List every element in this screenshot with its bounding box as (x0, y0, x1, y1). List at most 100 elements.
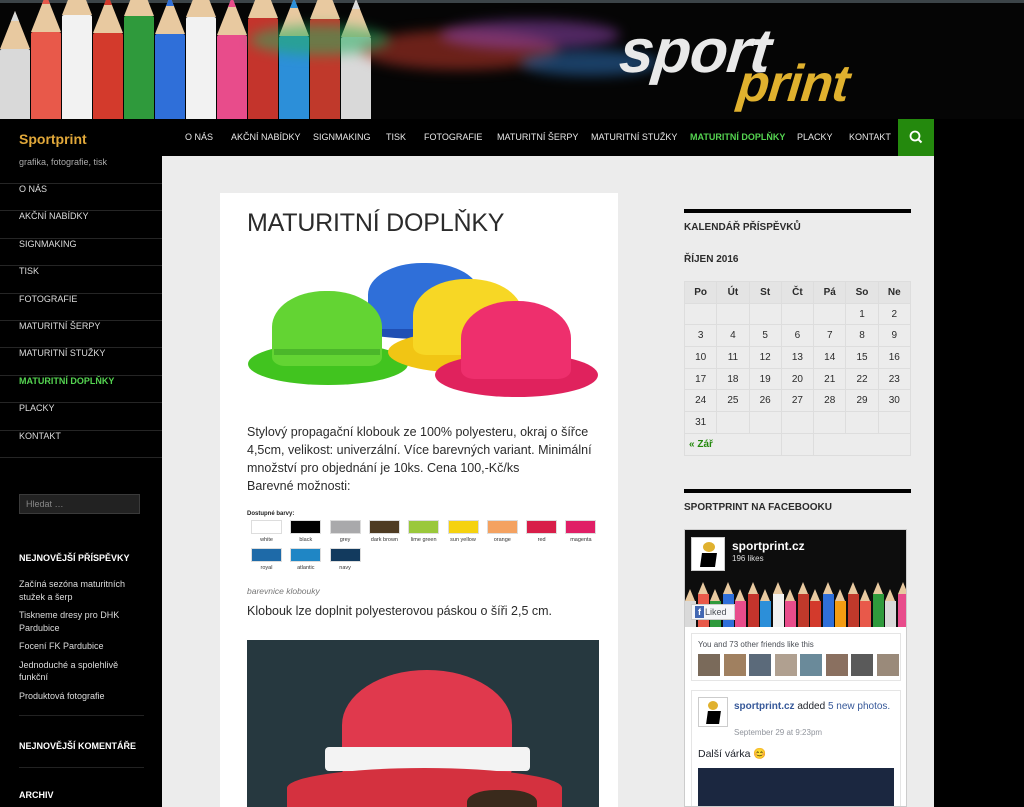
recent-post-link[interactable]: Začíná sezóna maturitních stužek a šerp (19, 578, 144, 603)
calendar-empty-cell (683, 302, 718, 326)
search-input[interactable]: Hledat … (19, 494, 140, 514)
recent-post-link[interactable]: Produktová fotografie (19, 690, 144, 703)
sidebar-item-4[interactable]: FOTOGRAFIE (0, 294, 162, 321)
calendar-empty-cell (748, 411, 782, 434)
nav-item-2[interactable]: SIGNMAKING (313, 132, 371, 142)
archive-heading: ARCHIV (19, 790, 54, 800)
facebook-post-image[interactable] (698, 768, 894, 806)
product-description: Stylový propagační klobouk ze 100% polye… (247, 425, 592, 475)
sidebar-item-2[interactable]: SIGNMAKING (0, 239, 162, 267)
facebook-page-logo[interactable] (691, 537, 725, 571)
sidebar-item-7[interactable]: MATURITNÍ DOPLŇKY (0, 376, 162, 404)
nav-item-1[interactable]: AKČNÍ NABÍDKY (231, 132, 301, 142)
facebook-post-author[interactable]: sportprint.cz (734, 701, 795, 712)
calendar-day: 3 (683, 324, 718, 348)
calendar-day: 16 (877, 346, 912, 369)
swatch-title: Dostupné barvy: (247, 511, 295, 517)
friend-avatar[interactable] (774, 654, 797, 676)
swatch-color (290, 548, 322, 562)
sidebar-item-8[interactable]: PLACKY (0, 403, 162, 431)
pencil (31, 0, 61, 119)
pencil (62, 0, 92, 119)
nav-item-9[interactable]: KONTAKT (849, 132, 891, 142)
swatch-label: red (537, 537, 546, 543)
calendar-day: 23 (877, 367, 912, 391)
color-swatches: Dostupné barvy: white black grey dark brown… (247, 511, 599, 581)
swatch-color (290, 520, 322, 534)
sportprint-logo[interactable]: sport print (616, 14, 920, 113)
recent-post-link[interactable]: Focení FK Pardubice (19, 640, 144, 653)
photo-hair (467, 790, 537, 807)
nav-item-7[interactable]: MATURITNÍ DOPLŇKY (690, 132, 785, 142)
calendar-day: 19 (748, 367, 782, 391)
swatch-sun-yellow: sun yellow (447, 520, 479, 543)
sidebar-item-1[interactable]: AKČNÍ NABÍDKY (0, 211, 162, 239)
swatch-label: atlantic (297, 565, 315, 571)
divider (19, 715, 144, 716)
facebook-page-name[interactable]: sportprint.cz (732, 539, 805, 553)
facebook-page-plugin: sportprint.cz 196 likes Liked You and 73… (684, 529, 907, 807)
pencil (124, 0, 154, 119)
smoke-green (250, 25, 390, 55)
page-title: MATURITNÍ DOPLŇKY (247, 209, 505, 237)
friend-avatar[interactable] (698, 654, 720, 676)
calendar-day: 4 (716, 324, 750, 348)
site-title[interactable]: Sportprint (19, 131, 87, 147)
calendar-prev-link[interactable]: « Zář (684, 432, 782, 456)
swatch-red: red (526, 520, 558, 543)
weekday-2: St (748, 281, 782, 304)
calendar-day: 12 (748, 346, 782, 369)
nav-item-8[interactable]: PLACKY (797, 132, 833, 142)
widget-divider (684, 209, 911, 213)
friend-avatar[interactable] (851, 654, 873, 676)
recent-posts-heading: NEJNOVĚJŠÍ PŘÍSPĚVKY (19, 553, 130, 563)
facebook-post-link[interactable]: 5 new photos. (828, 701, 890, 712)
facebook-post-avatar[interactable] (698, 697, 728, 727)
cover-pencil (835, 589, 846, 627)
cover-pencil (822, 582, 834, 627)
weekday-1: Út (716, 281, 750, 304)
header-banner[interactable]: sport print (0, 0, 1024, 119)
swatch-label: lime green (410, 537, 437, 543)
swatch-color (447, 520, 479, 534)
swatch-label: sun yellow (450, 537, 476, 543)
left-sidebar: Sportprint grafika, fotografie, tisk O N… (0, 119, 162, 807)
calendar-day: 10 (683, 346, 718, 369)
calendar-empty-cell (780, 411, 815, 434)
friend-avatar[interactable] (723, 654, 746, 676)
swatch-label: dark brown (370, 537, 398, 543)
sidebar-item-0[interactable]: O NÁS (0, 184, 162, 212)
calendar-day: 29 (845, 389, 879, 413)
swatch-label: white (260, 537, 273, 543)
friend-avatar[interactable] (749, 654, 771, 676)
facebook-post-header: sportprint.cz added 5 new photos. (734, 700, 894, 714)
nav-item-0[interactable]: O NÁS (185, 132, 213, 142)
calendar-day: 18 (716, 367, 750, 391)
sidebar-item-6[interactable]: MATURITNÍ STUŽKY (0, 348, 162, 376)
sidebar-item-9[interactable]: KONTAKT (0, 431, 162, 458)
nav-item-5[interactable]: MATURITNÍ ŠERPY (497, 132, 578, 142)
swatch-black: black (290, 520, 322, 543)
friend-avatar[interactable] (800, 654, 822, 676)
swatch-lime-green: lime green (408, 520, 440, 543)
calendar-day: 22 (845, 367, 879, 391)
facebook-post-date[interactable]: September 29 at 9:23pm (734, 728, 822, 737)
swatch-grey: grey (329, 520, 361, 543)
search-button[interactable] (898, 119, 934, 156)
facebook-liked-button[interactable]: Liked (691, 604, 735, 620)
recent-post-link[interactable]: Tiskneme dresy pro DHK Pardubice (19, 609, 144, 634)
nav-item-4[interactable]: FOTOGRAFIE (424, 132, 482, 142)
nav-item-3[interactable]: TISK (386, 132, 406, 142)
friend-avatar[interactable] (876, 654, 899, 676)
cover-pencil (797, 582, 809, 627)
swatch-color (408, 520, 440, 534)
recent-post-link[interactable]: Jednoduché a spolehlivě funkční (19, 659, 144, 684)
pencil (186, 0, 216, 119)
sidebar-item-3[interactable]: TISK (0, 266, 162, 294)
swatch-color (251, 548, 282, 562)
friend-avatar[interactable] (825, 654, 848, 676)
nav-item-6[interactable]: MATURITNÍ STUŽKY (591, 132, 677, 142)
pencil (0, 11, 30, 119)
swatch-label: magenta (570, 537, 592, 543)
sidebar-item-5[interactable]: MATURITNÍ ŠERPY (0, 321, 162, 349)
